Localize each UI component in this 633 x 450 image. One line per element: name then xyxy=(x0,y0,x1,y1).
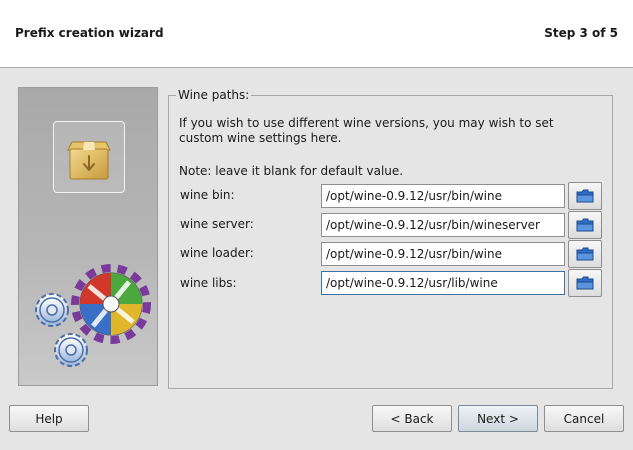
cancel-button[interactable]: Cancel xyxy=(544,405,624,432)
help-button[interactable]: Help xyxy=(9,405,89,432)
wine-libs-field[interactable]: /opt/wine-0.9.12/usr/lib/wine xyxy=(321,271,565,295)
next-button[interactable]: Next > xyxy=(458,405,538,432)
intro-text: If you wish to use different wine versio… xyxy=(179,116,554,145)
wizard-title: Prefix creation wizard xyxy=(15,26,164,40)
wine-paths-legend: Wine paths: xyxy=(178,88,250,102)
folder-icon xyxy=(576,218,594,232)
wine-bin-label: wine bin: xyxy=(180,188,235,202)
wine-loader-label: wine loader: xyxy=(180,246,254,260)
folder-icon xyxy=(576,189,594,203)
back-button[interactable]: < Back xyxy=(372,405,452,432)
wine-libs-label: wine libs: xyxy=(180,276,237,290)
wine-libs-browse-button[interactable] xyxy=(568,269,602,297)
package-icon xyxy=(53,121,125,193)
wine-server-label: wine server: xyxy=(180,217,254,231)
wine-server-browse-button[interactable] xyxy=(568,211,602,239)
sidebar-banner xyxy=(18,87,158,386)
wine-bin-browse-button[interactable] xyxy=(568,182,602,210)
wizard-header: Prefix creation wizard Step 3 of 5 xyxy=(0,0,633,68)
wine-loader-field[interactable]: /opt/wine-0.9.12/usr/bin/wine xyxy=(321,242,565,266)
gears-icon xyxy=(35,264,151,367)
wine-loader-browse-button[interactable] xyxy=(568,240,602,268)
step-indicator: Step 3 of 5 xyxy=(544,26,618,40)
wine-server-field[interactable]: /opt/wine-0.9.12/usr/bin/wineserver xyxy=(321,213,565,237)
note-text: Note: leave it blank for default value. xyxy=(179,164,404,178)
wine-bin-field[interactable]: /opt/wine-0.9.12/usr/bin/wine xyxy=(321,184,565,208)
folder-icon xyxy=(576,247,594,261)
folder-icon xyxy=(576,276,594,290)
